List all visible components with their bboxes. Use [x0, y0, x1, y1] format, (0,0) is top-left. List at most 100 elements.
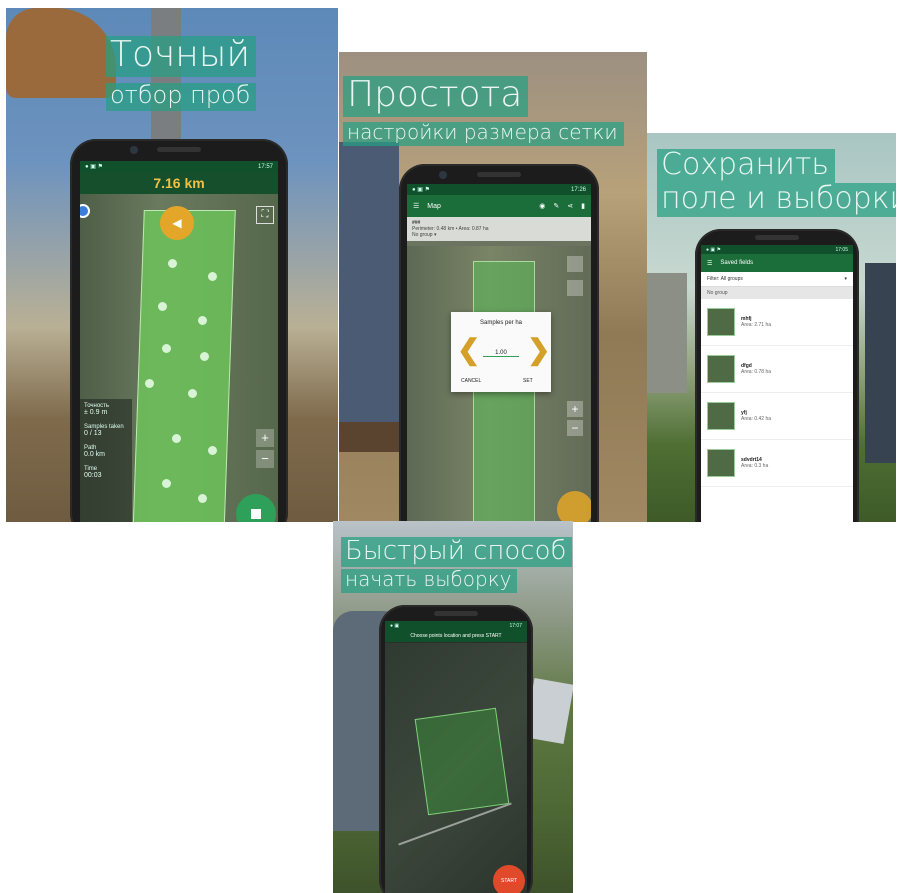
panel3-title-line2: поле и выборки [657, 182, 896, 218]
start-label: START [501, 878, 517, 884]
phone-screen: ● ▣ ⚑ 17:26 ☰ Map ◉ ✎ ⋖ ▮ ### Perimeter:… [407, 184, 591, 522]
app-toolbar: ☰ Map ◉ ✎ ⋖ ▮ [407, 195, 591, 217]
stat-path-value: 0.0 km [84, 451, 106, 458]
dialog-title: Samples per ha [479, 320, 523, 326]
satellite-map[interactable]: START [385, 643, 527, 893]
panel4-title-line1: Быстрый способ [341, 537, 573, 568]
sample-point[interactable] [200, 352, 209, 361]
speaker [434, 611, 478, 616]
field-polygon [414, 707, 510, 816]
menu-icon[interactable]: ☰ [413, 202, 419, 210]
navigation-arrow-icon: ◀ [172, 216, 182, 230]
panel2-title-line1: Простота [343, 75, 529, 117]
satellite-map[interactable]: ◀ ⛶ Точность ± 0.9 m Samples taken 0 / 1… [80, 194, 278, 522]
field-area: Area: 0.3 ha [741, 463, 769, 469]
navigation-arrow-button[interactable]: ◀ [160, 206, 194, 240]
stop-icon [251, 509, 261, 519]
sample-point[interactable] [198, 494, 207, 503]
stat-samples-value: 0 / 13 [84, 430, 102, 437]
share-icon[interactable]: ⋖ [567, 202, 573, 210]
appbar-title: Saved fields [720, 260, 754, 266]
decrease-button[interactable]: ❮ [457, 336, 480, 364]
phone-frame: ● ▣ 17:07 Choose points location and pre… [379, 605, 533, 893]
action-fab[interactable] [557, 491, 591, 522]
increase-button[interactable]: ❯ [527, 336, 550, 364]
sample-point[interactable] [208, 446, 217, 455]
status-bar: ● ▣ 17:07 [385, 621, 527, 630]
sample-point[interactable] [208, 272, 217, 281]
status-bar: ● ▣ ⚑ 17:26 [407, 184, 591, 195]
zoom-in-button[interactable]: + [567, 401, 583, 417]
appbar-title: Map [427, 202, 441, 210]
list-item[interactable]: mhfj Area: 2.71 ha [701, 299, 853, 346]
start-button[interactable]: START [493, 865, 525, 893]
grid-button[interactable] [567, 280, 583, 296]
panel2-title-line2: настройки размера сетки [343, 121, 624, 146]
sample-point[interactable] [162, 479, 171, 488]
panel-saved-fields: Сохранить поле и выборки ● ▣ ⚑ 17:05 ☰ S… [647, 133, 896, 522]
fullscreen-button[interactable]: ⛶ [256, 206, 274, 224]
hint-bar: Choose points location and press START [385, 630, 527, 642]
filter-row[interactable]: Filter: All groups ▾ [701, 272, 853, 287]
status-time: 17:26 [570, 186, 586, 193]
zoom-out-button[interactable]: − [256, 450, 274, 468]
status-bar: ● ▣ ⚑ 17:05 [701, 245, 853, 254]
edit-icon[interactable]: ✎ [553, 202, 559, 210]
person-shoe [339, 422, 399, 452]
person-silhouette [865, 263, 896, 463]
field-list: mhfj Area: 2.71 ha dfgd Area: 0.78 ha yf… [701, 299, 853, 487]
panel3-title-line1: Сохранить [657, 148, 836, 184]
dialog-cancel-button[interactable]: CANCEL [461, 378, 481, 384]
layers-button[interactable] [567, 256, 583, 272]
list-item[interactable]: yfj Area: 0.42 ha [701, 393, 853, 440]
list-item[interactable]: dfgd Area: 0.78 ha [701, 346, 853, 393]
panel1-title-line2: отбор проб [106, 82, 257, 111]
status-time: 17:07 [509, 622, 522, 629]
zoom-in-button[interactable]: + [256, 429, 274, 447]
sample-point[interactable] [188, 389, 197, 398]
sample-point[interactable] [168, 259, 177, 268]
field-thumbnail [707, 402, 735, 430]
speaker [157, 147, 201, 152]
barn-silhouette [647, 273, 687, 393]
stats-overlay: Точность ± 0.9 m Samples taken 0 / 13 Pa… [80, 399, 132, 522]
phone-frame: ● ▣ ⚑ 17:26 ☰ Map ◉ ✎ ⋖ ▮ ### Perimeter:… [399, 164, 599, 522]
field-polygon [132, 210, 236, 522]
list-item[interactable]: sdvdrt14 Area: 0.3 ha [701, 440, 853, 487]
chevron-left-icon: ❮ [457, 334, 481, 365]
delete-icon[interactable]: ▮ [581, 202, 585, 210]
notification-icons: ● ▣ ⚑ [85, 164, 104, 170]
field-thumbnail [707, 449, 735, 477]
stop-button[interactable] [236, 494, 276, 522]
sample-point[interactable] [172, 434, 181, 443]
status-time: 17:57 [257, 163, 273, 170]
fullscreen-icon: ⛶ [261, 209, 269, 220]
filter-value: All groups [720, 276, 743, 282]
speaker [755, 235, 799, 240]
status-bar: ● ▣ ⚑ 17:57 [80, 161, 278, 172]
group-select[interactable]: No group ▾ [412, 232, 586, 238]
field-area: Area: 2.71 ha [741, 322, 772, 328]
group-header: No group [701, 287, 853, 299]
zoom-out-button[interactable]: − [567, 420, 583, 436]
globe-icon[interactable]: ◉ [539, 202, 545, 210]
phone-screen: ● ▣ ⚑ 17:57 7.16 km ◀ ⛶ Точность ± 0.9 m… [80, 161, 278, 522]
location-icon[interactable] [80, 204, 90, 218]
person-leg [339, 142, 399, 432]
app-toolbar: ☰ Saved fields [701, 254, 853, 272]
field-area: Area: 0.42 ha [741, 416, 772, 422]
phone-screen: ● ▣ 17:07 Choose points location and pre… [385, 621, 527, 893]
field-thumbnail [707, 355, 735, 383]
menu-icon[interactable]: ☰ [707, 260, 712, 267]
speaker [477, 172, 521, 177]
sample-point[interactable] [198, 316, 207, 325]
distance-bar: 7.16 km [80, 172, 278, 194]
sample-point[interactable] [158, 302, 167, 311]
sample-point[interactable] [145, 379, 154, 388]
dropdown-icon: ▾ [844, 276, 847, 282]
samples-value-input[interactable]: 1.00 [483, 350, 519, 357]
notification-icons: ● ▣ [390, 622, 400, 629]
sample-point[interactable] [162, 344, 171, 353]
stat-accuracy-value: ± 0.9 m [84, 409, 108, 416]
dialog-set-button[interactable]: SET [523, 378, 533, 384]
